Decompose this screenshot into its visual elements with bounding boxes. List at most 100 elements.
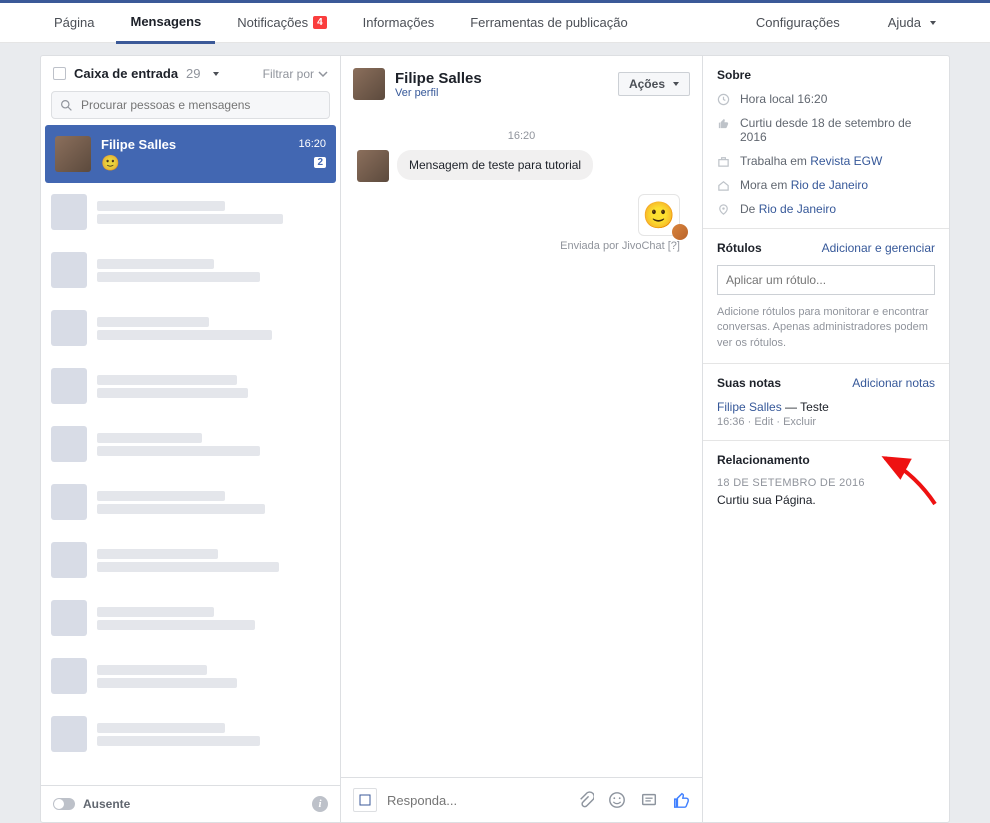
presence-label: Ausente [83,797,130,811]
nav-informacoes[interactable]: Informações [349,2,449,43]
presence-toggle[interactable] [53,798,75,810]
conversation-item-selected[interactable]: Filipe Salles 16:20 🙂 2 [45,125,336,183]
conversation-item[interactable] [41,357,340,415]
note-time: 16:36 [717,416,745,428]
clock-icon [717,93,730,106]
conversation-item[interactable] [41,415,340,473]
avatar [51,194,87,230]
nav-pagina[interactable]: Página [40,2,108,43]
like-icon [717,117,730,130]
conversation-item[interactable] [41,473,340,531]
avatar [51,426,87,462]
nav-ferramentas[interactable]: Ferramentas de publicação [456,2,642,43]
attachment-icon[interactable] [576,791,594,809]
chevron-down-icon[interactable] [213,72,219,76]
like-icon[interactable] [672,791,690,809]
note-edit-link[interactable]: Edit [754,416,773,428]
thread-person-name: Filipe Salles [395,70,608,87]
select-all-checkbox[interactable] [53,67,66,80]
conversation-item[interactable] [41,589,340,647]
note-delete-link[interactable]: Excluir [783,416,816,428]
home-icon [717,179,730,192]
top-navbar: Página Mensagens Notificações 4 Informaç… [0,0,990,43]
labels-help: Adicione rótulos para monitorar e encont… [717,305,935,351]
avatar [51,716,87,752]
about-local-time: Hora local 16:20 [717,92,935,106]
note-author[interactable]: Filipe Salles [717,400,782,414]
conversation-item[interactable] [41,299,340,357]
emoji-icon[interactable] [608,791,626,809]
about-works: Trabalha em Revista EGW [717,154,935,168]
inbox-header: Caixa de entrada 29 Filtrar por [41,56,340,91]
conversation-item[interactable] [41,705,340,763]
search-icon [60,99,73,112]
reply-bar [341,777,702,822]
lives-link[interactable]: Rio de Janeiro [791,178,868,192]
message-thread: 16:20 Mensagem de teste para tutorial 🙂 … [341,112,702,777]
saved-replies-icon[interactable] [640,791,658,809]
conversation-item[interactable] [41,531,340,589]
info-icon[interactable]: i [312,796,328,812]
conversation-time: 16:20 [298,138,326,150]
avatar [51,368,87,404]
about-title: Sobre [717,68,935,82]
message-outgoing: 🙂 Enviada por JivoChat [?] [357,194,686,252]
conversation-list: Filipe Salles 16:20 🙂 2 [41,125,340,785]
inbox-title: Caixa de entrada [74,66,178,81]
avatar [51,310,87,346]
conversation-preview: 🙂 2 [101,154,326,172]
notif-badge: 4 [313,16,327,29]
avatar [51,252,87,288]
about-lives: Mora em Rio de Janeiro [717,178,935,192]
emoji-icon: 🙂 [101,155,120,172]
nav-ajuda[interactable]: Ajuda [874,3,950,42]
conversation-item[interactable] [41,183,340,241]
actions-label: Ações [629,77,665,91]
nav-mensagens[interactable]: Mensagens [116,2,215,44]
filter-button[interactable]: Filtrar por [263,67,328,81]
works-link[interactable]: Revista EGW [810,154,882,168]
avatar [357,150,389,182]
time-separator: 16:20 [357,130,686,142]
message-incoming: Mensagem de teste para tutorial [357,150,686,182]
avatar [55,136,91,172]
presence-bar: Ausente i [41,785,340,822]
inbox-count: 29 [186,66,200,81]
notes-title: Suas notas [717,376,781,390]
avatar [353,68,385,100]
location-icon [717,203,730,216]
annotation-arrow [875,454,945,510]
conversation-item[interactable] [41,241,340,299]
conversation-name: Filipe Salles [101,137,176,152]
about-liked-since: Curtiu desde 18 de setembro de 2016 [717,116,935,144]
page-avatar-icon [353,788,377,812]
labels-title: Rótulos [717,241,762,255]
from-link[interactable]: Rio de Janeiro [759,202,836,216]
labels-manage-link[interactable]: Adicionar e gerenciar [822,241,935,255]
chevron-down-icon [930,21,936,25]
conversation-item[interactable] [41,647,340,705]
actions-button[interactable]: Ações [618,72,690,96]
nav-configuracoes[interactable]: Configurações [742,3,854,42]
filter-label: Filtrar por [263,67,314,81]
avatar [51,484,87,520]
note-text: Teste [800,400,829,414]
search-box[interactable] [51,91,330,119]
add-note-link[interactable]: Adicionar notas [852,376,935,390]
reply-input[interactable] [387,793,566,808]
search-input[interactable] [81,98,321,112]
nav-notificacoes[interactable]: Notificações 4 [223,2,340,43]
note-item: Filipe Salles — Teste 16:36 · Edit · Exc… [717,400,935,428]
thread-panel: Filipe Salles Ver perfil Ações 16:20 Men… [341,56,703,822]
about-from: De Rio de Janeiro [717,202,935,216]
nav-notificacoes-label: Notificações [237,15,308,30]
unread-badge: 2 [314,157,326,168]
briefcase-icon [717,155,730,168]
avatar [51,600,87,636]
sent-by-label: Enviada por JivoChat [?] [560,240,680,252]
avatar [51,658,87,694]
label-input[interactable] [717,265,935,295]
thread-header: Filipe Salles Ver perfil Ações [341,56,702,112]
view-profile-link[interactable]: Ver perfil [395,87,608,99]
chevron-down-icon [673,82,679,86]
